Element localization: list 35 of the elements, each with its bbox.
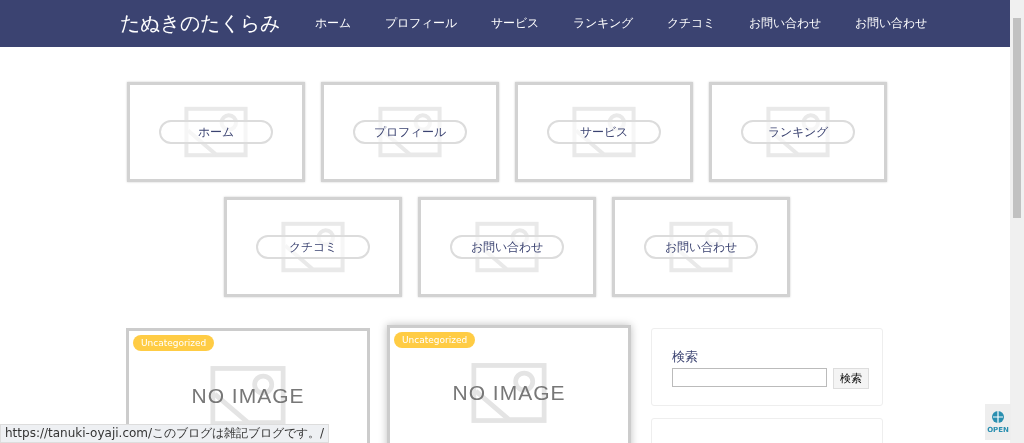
nav-link[interactable]: クチコミ xyxy=(654,15,728,32)
nav-link[interactable]: サービス xyxy=(478,15,552,32)
menu-card[interactable]: サービス xyxy=(514,82,693,182)
menu-button[interactable]: お問い合わせ xyxy=(449,235,564,259)
status-url: https://tanuki-oyaji.com/このブログは雑記ブログです。/ xyxy=(0,424,330,443)
post-card[interactable]: Uncategorized NO IMAGE xyxy=(387,325,631,443)
image-placeholder-icon xyxy=(765,106,830,158)
no-image-label: NO IMAGE xyxy=(191,384,305,408)
menu-button[interactable]: プロフィール xyxy=(352,120,467,144)
site-title[interactable]: たぬきのたくらみ xyxy=(120,10,280,37)
menu-card[interactable]: ホーム xyxy=(126,82,305,182)
menu-button[interactable]: ランキング xyxy=(740,120,855,144)
menu-card[interactable]: お問い合わせ xyxy=(611,197,790,297)
menu-card[interactable]: クチコミ xyxy=(223,197,402,297)
menu-card[interactable]: お問い合わせ xyxy=(417,197,596,297)
menu-button[interactable]: クチコミ xyxy=(255,235,370,259)
search-button[interactable]: 検索 xyxy=(833,368,869,389)
nav-link[interactable]: お問い合わせ xyxy=(736,15,834,32)
globe-icon xyxy=(991,410,1005,424)
nav-link[interactable]: ランキング xyxy=(560,15,646,32)
nav-link[interactable]: プロフィール xyxy=(372,15,470,32)
menu-card[interactable]: ランキング xyxy=(708,82,887,182)
scrollbar[interactable] xyxy=(1010,0,1024,443)
widget-title: 検索 xyxy=(672,348,698,366)
menu-button[interactable]: サービス xyxy=(546,120,661,144)
search-field[interactable] xyxy=(672,368,827,387)
image-placeholder-icon xyxy=(280,221,345,273)
menu-card[interactable]: プロフィール xyxy=(320,82,499,182)
image-placeholder-icon xyxy=(571,106,636,158)
no-image-label: NO IMAGE xyxy=(452,381,566,405)
nav-link[interactable]: お問い合わせ xyxy=(842,15,940,32)
menu-button[interactable]: ホーム xyxy=(158,120,273,144)
nav-link[interactable]: ホーム xyxy=(302,15,364,32)
image-placeholder-icon xyxy=(183,106,248,158)
menu-button[interactable]: お問い合わせ xyxy=(643,235,758,259)
